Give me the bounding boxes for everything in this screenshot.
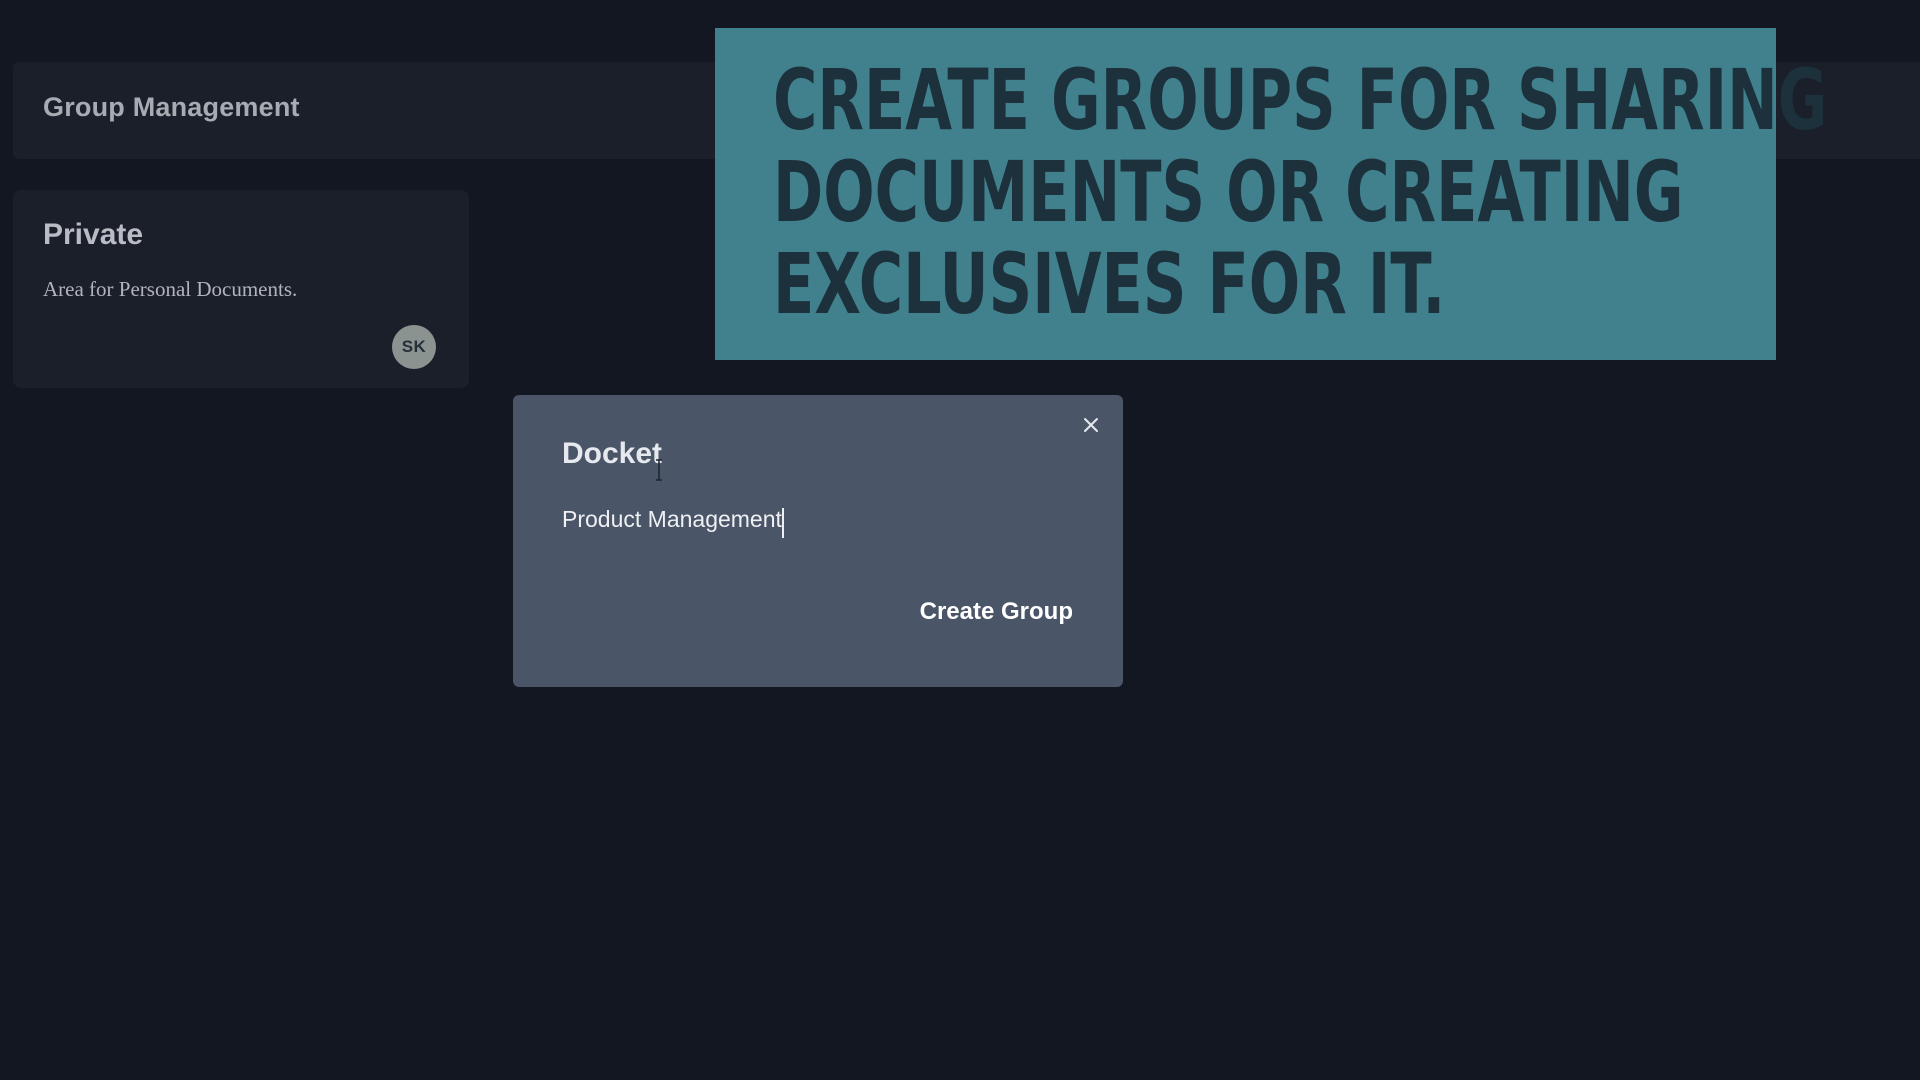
create-group-dialog: Docket Create Group <box>513 395 1123 687</box>
text-caret <box>782 508 784 538</box>
avatar[interactable]: SK <box>392 325 436 369</box>
create-group-button[interactable]: Create Group <box>920 598 1073 626</box>
text-cursor-icon <box>656 459 662 481</box>
close-button[interactable] <box>1077 411 1105 439</box>
close-icon <box>1084 418 1098 432</box>
page: Group Management Private Area for Person… <box>0 0 1920 1080</box>
caption-line: documents or creating <box>773 143 1684 241</box>
dialog-title: Docket <box>562 437 663 470</box>
caption-text: Create groups for sharing documents or c… <box>773 51 1828 333</box>
caption-banner: Create groups for sharing documents or c… <box>715 28 1828 360</box>
caption-line: Create groups for sharing <box>773 51 1828 149</box>
group-card-private[interactable]: Private Area for Personal Documents. SK <box>13 190 469 388</box>
group-name-input[interactable] <box>562 500 1062 538</box>
group-title: Private <box>43 218 144 251</box>
page-title: Group Management <box>43 92 300 122</box>
caption-line: exclusives for it. <box>773 235 1446 333</box>
group-description: Area for Personal Documents. <box>43 277 298 301</box>
